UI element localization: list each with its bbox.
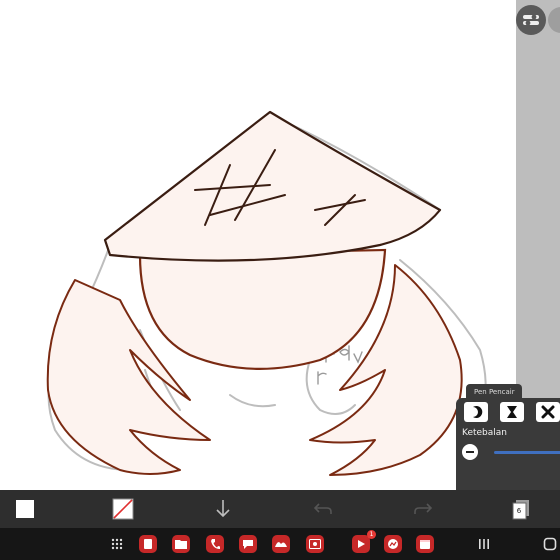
files-app-button[interactable] bbox=[172, 535, 190, 553]
thickness-slider[interactable] bbox=[494, 451, 560, 454]
gallery-app-button[interactable] bbox=[272, 535, 290, 553]
minus-icon bbox=[466, 451, 474, 453]
messages-app-button[interactable] bbox=[384, 535, 402, 553]
x-brush-button[interactable] bbox=[536, 402, 560, 422]
app-drawer-icon bbox=[111, 538, 123, 550]
x-brush-icon bbox=[541, 405, 555, 419]
phone-app-button[interactable] bbox=[206, 535, 224, 553]
calendar-app-icon bbox=[420, 540, 430, 549]
redo-icon bbox=[414, 503, 433, 514]
drawing-canvas[interactable] bbox=[0, 0, 516, 490]
layer-count: 6 bbox=[516, 507, 522, 515]
thickness-label: Ketebalan bbox=[462, 428, 508, 438]
hourglass-brush-icon bbox=[507, 406, 517, 418]
app-drawer-button[interactable] bbox=[108, 535, 126, 553]
download-button[interactable] bbox=[210, 497, 236, 521]
home-button[interactable] bbox=[540, 534, 560, 554]
color-swatch-button[interactable] bbox=[110, 497, 136, 521]
chat-app-icon bbox=[243, 540, 253, 549]
phone-app-icon bbox=[211, 539, 220, 549]
moon-brush-icon bbox=[473, 406, 483, 418]
recent-apps-icon bbox=[479, 539, 489, 549]
home-icon bbox=[543, 537, 557, 551]
redo-button[interactable] bbox=[410, 497, 436, 521]
download-arrow-icon bbox=[216, 500, 230, 518]
recent-apps-button[interactable] bbox=[474, 534, 494, 554]
chat-app-button[interactable] bbox=[239, 535, 257, 553]
youtube-app-button[interactable] bbox=[352, 535, 370, 553]
moon-brush-button[interactable] bbox=[464, 402, 488, 422]
toggle-sliders-icon bbox=[523, 14, 539, 26]
youtube-app-icon bbox=[358, 540, 365, 548]
screen-recorder-icon bbox=[309, 539, 321, 549]
undo-button[interactable] bbox=[310, 497, 336, 521]
files-app-icon bbox=[175, 540, 187, 549]
notes-app-button[interactable] bbox=[139, 535, 157, 553]
panel-toggle-button[interactable] bbox=[516, 5, 546, 35]
gallery-app-icon bbox=[275, 542, 287, 547]
thickness-decrease-button[interactable] bbox=[462, 444, 478, 460]
brush-size-value: 4.95 bbox=[18, 508, 34, 516]
bottom-toolbar bbox=[0, 490, 560, 528]
layers-button[interactable]: 6 bbox=[508, 497, 534, 521]
undo-icon bbox=[313, 503, 332, 514]
calendar-app-button[interactable] bbox=[416, 535, 434, 553]
notification-badge: 1 bbox=[367, 530, 376, 539]
messages-app-icon bbox=[388, 539, 398, 549]
artwork bbox=[46, 110, 487, 476]
color-swatch-icon bbox=[112, 498, 134, 520]
conical-hat bbox=[103, 110, 442, 262]
screen-recorder-button[interactable] bbox=[306, 535, 324, 553]
notes-app-icon bbox=[144, 539, 152, 549]
hourglass-brush-button[interactable] bbox=[500, 402, 524, 422]
